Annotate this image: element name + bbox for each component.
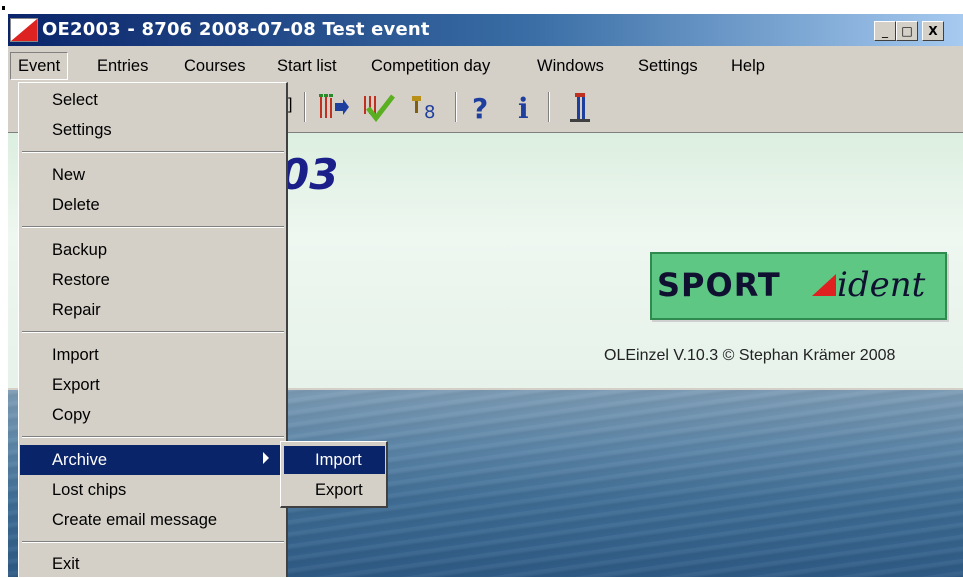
close-button[interactable]: X xyxy=(922,21,944,41)
menu-item-settings[interactable]: Settings xyxy=(52,116,112,144)
menu-separator xyxy=(22,226,284,228)
window-title: OE2003 - 8706 2008-07-08 Test event xyxy=(42,19,430,40)
toolbar-separator xyxy=(548,92,550,122)
maximize-button[interactable]: □ xyxy=(896,21,918,41)
trophy-icon[interactable]: 8 xyxy=(410,94,446,127)
menu-item-restore[interactable]: Restore xyxy=(52,266,110,294)
checkmark-icon[interactable] xyxy=(362,92,396,127)
sportident-logo-ident: ident xyxy=(837,265,926,305)
menu-courses[interactable]: Courses xyxy=(184,54,245,78)
submenu-arrow-icon xyxy=(263,452,269,464)
menu-settings[interactable]: Settings xyxy=(638,54,698,78)
menu-item-create-email-message[interactable]: Create email message xyxy=(52,506,217,534)
version-text: OLEinzel V.10.3 © Stephan Krämer 2008 xyxy=(604,347,896,364)
minimize-button[interactable]: _ xyxy=(874,21,896,41)
menu-separator xyxy=(22,331,284,333)
app-logo-icon xyxy=(10,18,38,42)
menu-item-import[interactable]: Import xyxy=(52,341,99,369)
sportident-logo-sport: SPORT xyxy=(657,266,781,304)
toolbar-edge-glyph: ] xyxy=(288,96,293,113)
menu-event[interactable]: Event xyxy=(10,52,69,80)
stray-pixel xyxy=(2,6,5,10)
menu-item-delete[interactable]: Delete xyxy=(52,191,100,219)
red-triangle-icon xyxy=(812,274,836,301)
menu-separator xyxy=(22,541,284,543)
submenu-item-import[interactable]: Import xyxy=(315,446,362,474)
menu-start-list[interactable]: Start list xyxy=(277,54,337,78)
menu-entries[interactable]: Entries xyxy=(97,54,148,78)
menu-help[interactable]: Help xyxy=(731,54,765,78)
menu-item-copy[interactable]: Copy xyxy=(52,401,91,429)
menu-separator xyxy=(22,436,284,438)
menu-item-archive[interactable]: Archive xyxy=(52,446,107,474)
menu-item-export[interactable]: Export xyxy=(52,371,100,399)
menu-item-repair[interactable]: Repair xyxy=(52,296,101,324)
help-icon[interactable]: ? xyxy=(472,92,488,125)
menu-separator xyxy=(22,151,284,153)
toolbar-separator xyxy=(304,92,306,122)
menu-competition-day[interactable]: Competition day xyxy=(371,54,490,78)
menu-item-exit[interactable]: Exit xyxy=(52,550,80,578)
menu-item-backup[interactable]: Backup xyxy=(52,236,107,264)
app-title: 03 xyxy=(280,150,339,199)
menu-item-lost-chips[interactable]: Lost chips xyxy=(52,476,126,504)
tower-icon[interactable] xyxy=(566,92,594,129)
menu-windows[interactable]: Windows xyxy=(537,54,604,78)
info-icon[interactable]: i xyxy=(518,92,529,125)
toolbar-separator xyxy=(455,92,457,122)
submenu-item-export[interactable]: Export xyxy=(315,476,363,504)
svg-text:8: 8 xyxy=(424,102,435,122)
menu-item-new[interactable]: New xyxy=(52,161,85,189)
list-arrow-icon[interactable] xyxy=(318,92,350,127)
menu-item-select[interactable]: Select xyxy=(52,86,98,114)
